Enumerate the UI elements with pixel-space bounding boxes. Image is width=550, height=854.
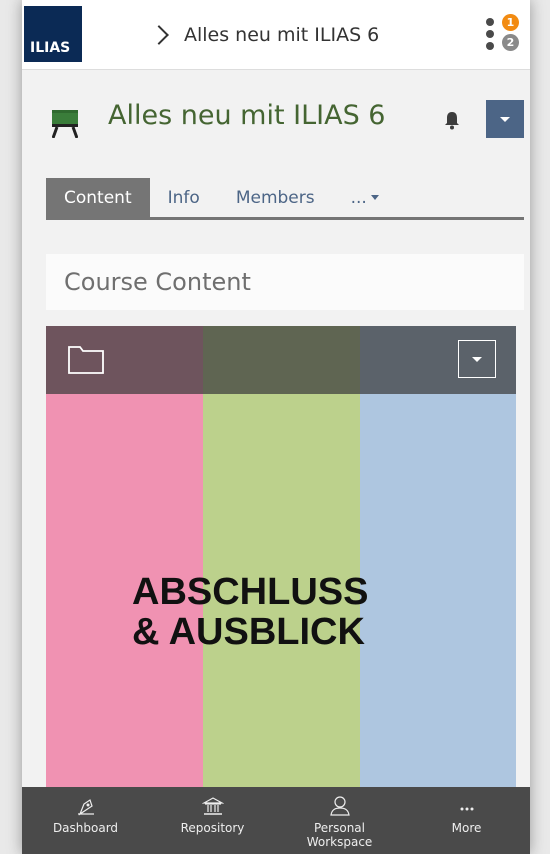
bottom-navigation: Dashboard Repository Personal Workspace [22, 787, 530, 854]
nav-label: Dashboard [52, 821, 119, 835]
section-title: Course Content [64, 268, 251, 296]
tile-actions-dropdown[interactable] [458, 340, 496, 378]
tab-info[interactable]: Info [150, 178, 218, 217]
actions-dropdown-button[interactable] [486, 100, 524, 138]
tile-heading-line1: ABSCHLUSS [132, 571, 369, 613]
breadcrumb[interactable]: Alles neu mit ILIAS 6 [149, 20, 380, 50]
dashboard-icon [77, 799, 94, 816]
page-title: Alles neu mit ILIAS 6 [108, 100, 386, 131]
caret-down-icon [370, 195, 379, 200]
repository-icon [201, 797, 224, 815]
nav-label: More [451, 821, 482, 835]
notifications-menu[interactable]: 1 2 [480, 14, 526, 58]
folder-icon [68, 346, 104, 374]
mobile-screen: ILIAS Alles neu mit ILIAS 6 1 2 Alles ne… [22, 0, 530, 854]
nav-personal-workspace[interactable]: Personal Workspace [276, 787, 403, 854]
nav-repository[interactable]: Repository [149, 787, 276, 854]
course-board-icon [52, 110, 78, 138]
personal-workspace-icon [329, 796, 350, 816]
nav-label: Repository [180, 821, 245, 835]
tile-heading-line2: & AUSBLICK [132, 611, 365, 653]
notification-count-badge: 1 [502, 14, 519, 31]
nav-dashboard[interactable]: Dashboard [22, 787, 149, 854]
tab-more[interactable]: ... [333, 178, 397, 217]
course-content-header: Course Content [46, 254, 524, 310]
folder-tile[interactable]: ABSCHLUSS & AUSBLICK [46, 326, 516, 796]
more-icon [460, 807, 473, 811]
notification-secondary-badge: 2 [502, 34, 519, 51]
tile-stripe-pink [46, 326, 203, 796]
nav-label-line1: Personal [313, 821, 365, 835]
chevron-right-icon [149, 25, 169, 45]
ilias-logo[interactable]: ILIAS [24, 6, 82, 62]
tile-stripe-green [203, 326, 360, 796]
tile-heading: ABSCHLUSS & AUSBLICK [132, 572, 368, 652]
dot-icon [486, 42, 494, 50]
nav-label-line2: Workspace [306, 835, 373, 849]
tab-content[interactable]: Content [46, 178, 150, 217]
tab-members[interactable]: Members [218, 178, 333, 217]
caret-down-icon [472, 356, 482, 362]
logo-text: ILIAS [30, 40, 71, 56]
caret-down-icon [500, 116, 510, 122]
bell-icon[interactable] [442, 110, 462, 130]
dot-icon [486, 18, 494, 26]
nav-more[interactable]: More [403, 787, 530, 854]
breadcrumb-label: Alles neu mit ILIAS 6 [184, 24, 380, 46]
tab-bar: Content Info Members ... [46, 178, 524, 220]
top-bar: ILIAS Alles neu mit ILIAS 6 1 2 [22, 0, 530, 70]
dot-icon [486, 30, 494, 38]
tile-header-overlay [46, 326, 516, 394]
tile-stripe-blue [360, 326, 516, 796]
tab-more-label: ... [350, 187, 367, 208]
